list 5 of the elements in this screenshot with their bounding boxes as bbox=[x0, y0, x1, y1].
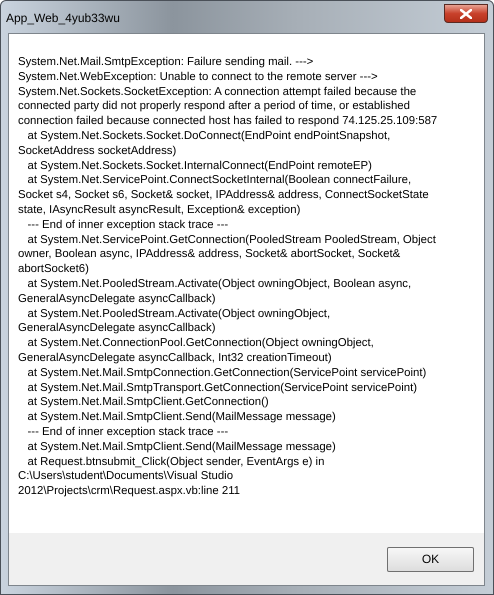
ok-button[interactable]: OK bbox=[387, 546, 474, 572]
close-button[interactable] bbox=[444, 4, 488, 23]
window-title: App_Web_4yub33wu bbox=[6, 11, 120, 25]
error-message: System.Net.Mail.SmtpException: Failure sending mail. ---> System.Net.WebException: Unable to connect to the remote server ---> System.Net.Sockets.SocketException: A connection attempt failed because the connected party did not properly respond after a period of time, or established connection failed because connected host has failed to respond 74.125.25.109:587 at System.Net.Sockets.Socket.DoConnect(EndPoint endPointSnapshot, SocketAddress socketAddress) at System.Net.Sockets.Socket.InternalConnect(EndPoint remoteEP) at System.Net.ServicePoint.ConnectSocketInternal(Boolean connectFailure, Socket s4, Socket s6, Socket& socket, IPAddress& address, ConnectSocketState state, IAsyncResult asyncResult, Exception& exception) --- End of inner exception stack trace --- at System.Net.ServicePoint.GetConnection(PooledStream PooledStream, Object owner, Boolean async, IPAddress& address, Socket& abortSocket, Socket& abortSocket6) at System.Net.PooledStream.Activate(Object owningObject, Boolean async, GeneralAsyncDelegate asyncCallback) at System.Net.PooledStream.Activate(Object owningObject, GeneralAsyncDelegate asyncCallback) at System.Net.ConnectionPool.GetConnection(Object owningObject, GeneralAsyncDelegate asyncCallback, Int32 creationTimeout) at System.Net.Mail.SmtpConnection.GetConnection(ServicePoint servicePoint) at System.Net.Mail.SmtpTransport.GetConnection(ServicePoint servicePoint) at System.Net.Mail.SmtpClient.GetConnection() at System.Net.Mail.SmtpClient.Send(MailMessage message) --- End of inner exception stack trace --- at System.Net.Mail.SmtpClient.Send(MailMessage message) at Request.btnsubmit_Click(Object sender, EventArgs e) in C:\Users\student\Documents\Visual Studio 2012\Projects\crm\Request.aspx.vb:line 211 bbox=[18, 55, 438, 499]
close-icon bbox=[460, 8, 472, 18]
